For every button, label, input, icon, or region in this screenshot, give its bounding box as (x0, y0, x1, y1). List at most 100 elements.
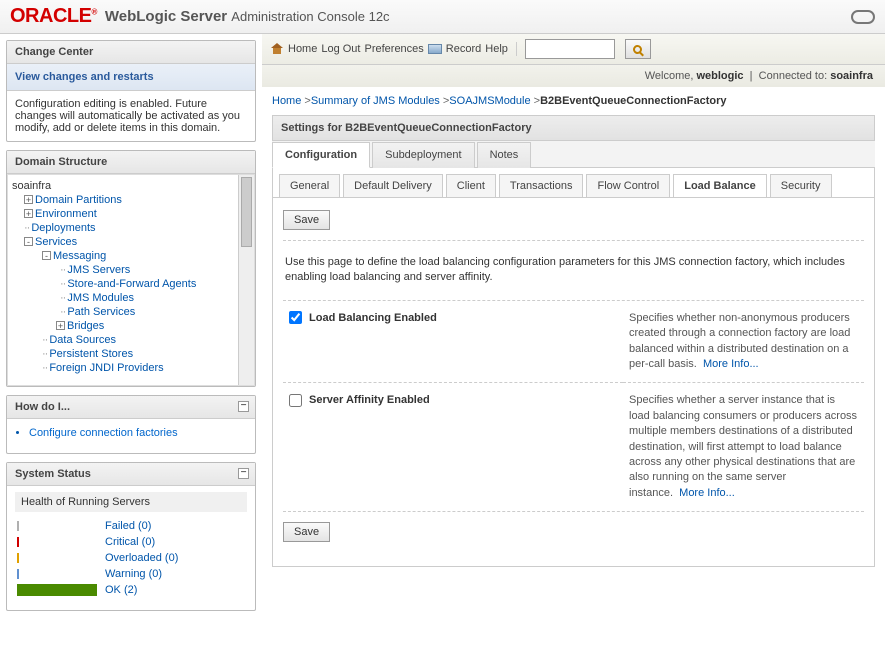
tree-item[interactable]: ··Path Services (12, 305, 252, 319)
search-button[interactable] (625, 39, 651, 59)
tree-link[interactable]: Environment (35, 208, 97, 220)
welcome-bar: Welcome, weblogic | Connected to: soainf… (262, 65, 885, 87)
home-link[interactable]: Home (288, 43, 317, 55)
settings-title: Settings for B2BEventQueueConnectionFact… (272, 115, 875, 141)
home-icon (272, 44, 284, 54)
subtab-client[interactable]: Client (446, 174, 496, 197)
tab-notes[interactable]: Notes (477, 142, 532, 168)
tab-subdeployment[interactable]: Subdeployment (372, 142, 474, 168)
save-button[interactable]: Save (283, 522, 330, 542)
breadcrumb-home[interactable]: Home (272, 95, 301, 107)
search-input[interactable] (525, 39, 615, 59)
subtab-transactions[interactable]: Transactions (499, 174, 584, 197)
status-link[interactable]: OK (2) (105, 584, 137, 596)
field-desc: Specifies whether a server instance that… (629, 394, 857, 498)
tree-toggle-icon[interactable]: - (24, 237, 33, 246)
panel-title: Domain Structure (7, 151, 255, 174)
tree-item[interactable]: ··Data Sources (12, 333, 252, 347)
status-link[interactable]: Failed (0) (105, 520, 151, 532)
form-row: Load Balancing EnabledSpecifies whether … (283, 301, 864, 383)
tree-link[interactable]: JMS Modules (67, 292, 134, 304)
tree-toggle-icon[interactable]: + (56, 321, 65, 330)
scrollbar-thumb[interactable] (241, 177, 252, 247)
breadcrumb-l2[interactable]: SOAJMSModule (449, 95, 530, 107)
subtab-general[interactable]: General (279, 174, 340, 197)
tree-link[interactable]: Bridges (67, 320, 104, 332)
tree-link[interactable]: Store-and-Forward Agents (67, 278, 196, 290)
cloud-icon (851, 10, 875, 24)
subtab-load-balance[interactable]: Load Balance (673, 174, 767, 197)
prefs-link[interactable]: Preferences (364, 43, 423, 55)
status-row: Overloaded (0) (15, 552, 247, 564)
tree-link[interactable]: JMS Servers (67, 264, 130, 276)
breadcrumb: Home >Summary of JMS Modules >SOAJMSModu… (272, 95, 875, 107)
status-bar-icon (17, 537, 97, 547)
tree-toggle-icon[interactable]: + (24, 195, 33, 204)
save-button[interactable]: Save (283, 210, 330, 230)
status-bar-icon (17, 521, 97, 531)
tree-toggle-icon[interactable]: - (42, 251, 51, 260)
subtabs: GeneralDefault DeliveryClientTransaction… (272, 168, 875, 198)
panel-title: How do I... − (7, 396, 255, 419)
toolbar: Home Log Out Preferences Record Help (262, 34, 885, 65)
more-info-link[interactable]: More Info... (679, 487, 735, 499)
tree-item[interactable]: +Bridges (12, 319, 252, 333)
tree-item[interactable]: +Environment (12, 207, 252, 221)
field-checkbox[interactable] (289, 311, 302, 324)
tree-link[interactable]: Domain Partitions (35, 194, 122, 206)
scrollbar[interactable] (238, 175, 254, 385)
status-bar-icon (17, 553, 97, 563)
subtab-security[interactable]: Security (770, 174, 832, 197)
tree-link[interactable]: Messaging (53, 250, 106, 262)
system-status-panel: System Status − Health of Running Server… (6, 462, 256, 611)
tree-item[interactable]: ··JMS Servers (12, 263, 252, 277)
tree-item[interactable]: ··Foreign JNDI Providers (12, 361, 252, 375)
intro-text: Use this page to define the load balanci… (283, 241, 864, 301)
tree-leaf-icon: ·· (24, 222, 29, 234)
tree-item[interactable]: ··JMS Modules (12, 291, 252, 305)
status-link[interactable]: Critical (0) (105, 536, 155, 548)
tree-toggle-icon[interactable]: + (24, 209, 33, 218)
field-label[interactable]: Load Balancing Enabled (289, 312, 437, 324)
collapse-icon[interactable]: − (238, 401, 249, 412)
status-link[interactable]: Overloaded (0) (105, 552, 178, 564)
status-subtitle: Health of Running Servers (15, 492, 247, 512)
tree-leaf-icon: ·· (60, 292, 65, 304)
panel-title: Change Center (7, 41, 255, 64)
domain-tree: soainfra +Domain Partitions+Environment·… (7, 174, 255, 386)
status-bar-icon (17, 584, 97, 596)
logout-link[interactable]: Log Out (321, 43, 360, 55)
tree-root[interactable]: soainfra (12, 179, 252, 193)
tree-item[interactable]: ··Deployments (12, 221, 252, 235)
tree-item[interactable]: -Messaging (12, 249, 252, 263)
record-icon (428, 44, 442, 54)
collapse-icon[interactable]: − (238, 468, 249, 479)
tree-item[interactable]: ··Store-and-Forward Agents (12, 277, 252, 291)
tree-leaf-icon: ·· (42, 334, 47, 346)
tree-item[interactable]: ··Persistent Stores (12, 347, 252, 361)
field-checkbox[interactable] (289, 394, 302, 407)
tree-item[interactable]: +Domain Partitions (12, 193, 252, 207)
help-link[interactable]: Help (485, 43, 508, 55)
tree-link[interactable]: Services (35, 236, 77, 248)
tree-item[interactable]: -Services (12, 235, 252, 249)
howdo-link[interactable]: Configure connection factories (29, 427, 178, 439)
header-title: WebLogic Server Administration Console 1… (105, 8, 390, 25)
field-label[interactable]: Server Affinity Enabled (289, 394, 430, 406)
status-row: Warning (0) (15, 568, 247, 580)
tree-link[interactable]: Path Services (67, 306, 135, 318)
tab-configuration[interactable]: Configuration (272, 142, 370, 168)
record-link[interactable]: Record (446, 43, 481, 55)
view-changes-link[interactable]: View changes and restarts (15, 71, 154, 83)
breadcrumb-l1[interactable]: Summary of JMS Modules (311, 95, 440, 107)
tree-leaf-icon: ·· (60, 306, 65, 318)
tree-link[interactable]: Foreign JNDI Providers (49, 362, 163, 374)
status-link[interactable]: Warning (0) (105, 568, 162, 580)
subtab-flow-control[interactable]: Flow Control (586, 174, 670, 197)
tree-link[interactable]: Persistent Stores (49, 348, 133, 360)
tree-link[interactable]: Data Sources (49, 334, 116, 346)
breadcrumb-current: B2BEventQueueConnectionFactory (540, 95, 726, 107)
subtab-default-delivery[interactable]: Default Delivery (343, 174, 443, 197)
more-info-link[interactable]: More Info... (703, 358, 759, 370)
tree-link[interactable]: Deployments (31, 222, 95, 234)
